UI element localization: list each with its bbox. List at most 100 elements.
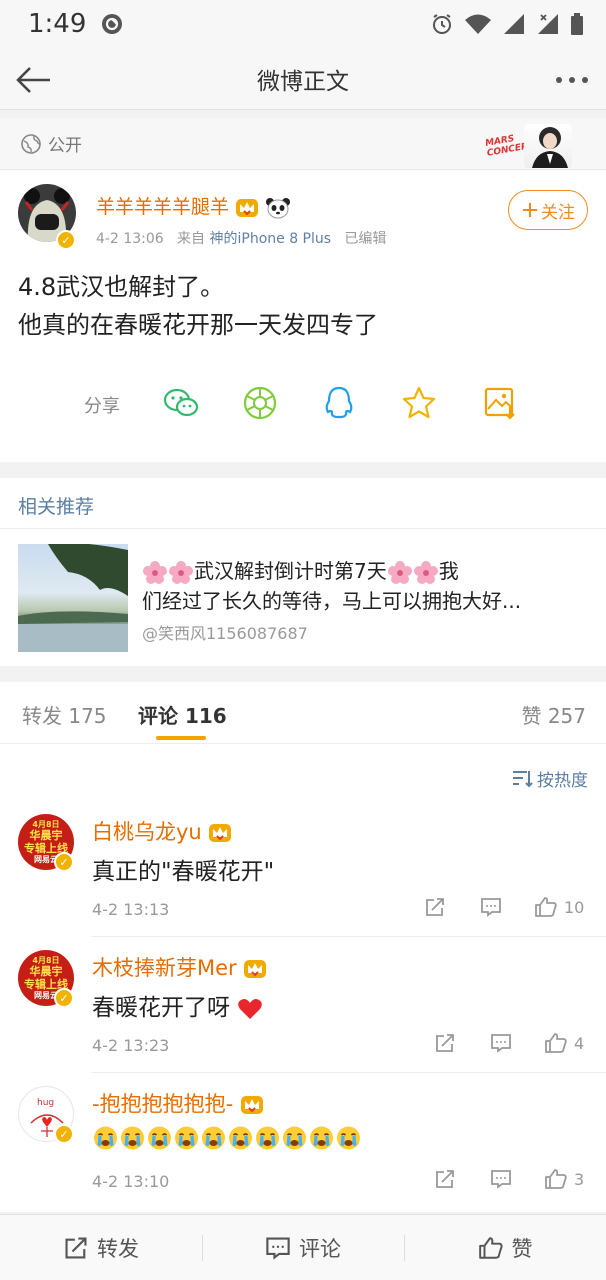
tab-repost[interactable]: 转发 175	[22, 700, 107, 729]
comment-icon	[491, 1034, 511, 1053]
moments-icon	[243, 386, 277, 420]
comment-text: 春暖花开了呀	[92, 995, 230, 1021]
repost-button[interactable]: 转发	[0, 1215, 202, 1280]
tab-bar: 转发 175 评论 116 赞 257	[0, 682, 606, 744]
comment-author[interactable]: 白桃乌龙yu	[92, 820, 202, 844]
back-arrow-icon	[16, 67, 50, 93]
avatar-text: 华晨宇	[29, 965, 63, 978]
repost-icon	[436, 1034, 454, 1052]
comment-text: 真正的"春暖花开"	[92, 859, 275, 885]
comment-reply-button[interactable]	[480, 896, 502, 918]
favorite-button[interactable]	[400, 384, 438, 422]
favorite-icon	[402, 386, 436, 419]
fan-badge-figure	[524, 124, 572, 168]
crying-emoji-icon	[148, 1126, 171, 1149]
comment-item: 4月8日 华晨宇 专辑上线 网易云 ✓ 木枝捧新芽Mer 春暖花开了呀 4-2 …	[0, 950, 606, 1070]
tab-like[interactable]: 赞 257	[521, 700, 586, 729]
more-icon	[556, 77, 588, 83]
author-name-row[interactable]: 羊羊羊羊羊腿羊	[96, 192, 291, 219]
comment-like-button[interactable]: 10	[534, 896, 584, 918]
wechat-icon	[163, 388, 199, 417]
avatar-text: 4月8日	[32, 956, 60, 965]
avatar-text: 华晨宇	[29, 829, 63, 842]
crown-icon	[244, 960, 267, 978]
alarm-icon	[430, 12, 454, 36]
like-label: 赞	[511, 1236, 533, 1261]
wechat-share-button[interactable]	[162, 384, 200, 422]
page-title: 微博正文	[257, 68, 349, 95]
comment-label: 评论	[299, 1236, 341, 1261]
post-source-link[interactable]: 神的iPhone 8 Plus	[209, 231, 331, 247]
crying-emoji-icon	[229, 1126, 252, 1149]
active-tab-indicator	[156, 736, 206, 740]
comment-reply-button[interactable]	[490, 1032, 512, 1054]
comments-section: 转发 175 评论 116 赞 257 按热度 4月8日 华晨宇 专辑上线 网易…	[0, 682, 606, 1212]
verified-badge-icon: ✓	[56, 230, 76, 250]
post-text-line: 4.8武汉也解封了。	[18, 273, 225, 301]
comment-time: 4-2 13:10	[92, 1172, 170, 1191]
comment-button[interactable]: 评论	[202, 1215, 404, 1280]
comment-like-button[interactable]: 4	[544, 1032, 584, 1054]
sort-label: 按热度	[537, 771, 588, 791]
comment-author-row[interactable]: -抱抱抱抱抱抱-	[92, 1088, 264, 1118]
comment-author[interactable]: 木枝捧新芽Mer	[92, 956, 237, 980]
repost-icon	[65, 1236, 87, 1259]
save-image-button[interactable]	[481, 384, 519, 422]
comment-text-row: 春暖花开了呀	[92, 988, 263, 1022]
comment-item: hug ✓ -抱抱抱抱抱抱- 4-2 13:10 3	[0, 1086, 606, 1206]
comment-reply-button[interactable]	[490, 1168, 512, 1190]
comment-icon	[266, 1236, 290, 1260]
post-time: 4-2 13:06	[96, 231, 164, 247]
author-name[interactable]: 羊羊羊羊羊腿羊	[96, 196, 229, 218]
related-title-line2: 们经过了长久的等待，马上可以拥抱大好...	[142, 589, 522, 613]
visibility-row: 公开 MARS CONCERT	[0, 118, 606, 170]
blossom-icon	[413, 560, 438, 584]
related-title-main: 武汉解封倒计时第7天	[194, 559, 387, 583]
crying-emoji-icon	[310, 1126, 333, 1149]
related-title-tail: 我	[438, 559, 459, 583]
verified-badge-icon: ✓	[54, 1124, 74, 1144]
related-source: @笑西风1156087687	[142, 624, 308, 643]
blossom-icon	[169, 560, 193, 584]
moments-share-button[interactable]	[241, 384, 279, 422]
post-meta: 4-2 13:06 来自 神的iPhone 8 Plus 已编辑	[96, 228, 386, 248]
share-label: 分享	[84, 396, 120, 417]
crying-emoji-icon	[121, 1126, 144, 1149]
qq-icon	[325, 386, 353, 419]
crying-emoji-icon	[256, 1126, 279, 1149]
like-button[interactable]: 赞	[404, 1215, 606, 1280]
related-title[interactable]: 武汉解封倒计时第7天 我 们经过了长久的等待，马上可以拥抱大好...	[142, 556, 592, 616]
like-icon	[535, 897, 557, 917]
comment-time: 4-2 13:23	[92, 1036, 170, 1055]
crown-icon	[209, 824, 232, 842]
avatar-text: hug	[37, 1098, 54, 1108]
comment-repost-button[interactable]	[434, 1032, 456, 1054]
tab-comment[interactable]: 评论 116	[138, 700, 227, 729]
status-bar: 1:49	[0, 0, 606, 48]
comment-author-row[interactable]: 木枝捧新芽Mer	[92, 952, 267, 982]
related-thumbnail[interactable]	[18, 544, 128, 652]
heart-emoji-icon	[238, 998, 263, 1019]
comment-repost-button[interactable]	[434, 1168, 456, 1190]
share-row: 分享	[0, 382, 606, 424]
more-button[interactable]	[552, 60, 592, 100]
like-icon	[545, 1169, 567, 1189]
comment-like-button[interactable]: 3	[544, 1168, 584, 1190]
verified-badge-icon: ✓	[54, 852, 74, 872]
follow-button[interactable]: 关注	[508, 190, 588, 230]
back-button[interactable]	[14, 60, 54, 100]
fan-badge[interactable]: MARS CONCERT	[485, 124, 584, 168]
comment-author-row[interactable]: 白桃乌龙yu	[92, 816, 232, 846]
edited-label: 已编辑	[344, 231, 387, 247]
notification-icon	[100, 12, 124, 36]
sort-icon	[513, 770, 533, 787]
verified-badge-icon: ✓	[54, 988, 74, 1008]
comment-author[interactable]: -抱抱抱抱抱抱-	[92, 1092, 233, 1116]
signal-icon	[502, 12, 526, 36]
save-image-icon	[484, 387, 515, 420]
qq-share-button[interactable]	[320, 384, 358, 422]
comment-repost-button[interactable]	[424, 896, 446, 918]
source-prefix: 来自	[177, 231, 206, 247]
sort-button[interactable]: 按热度	[511, 766, 588, 791]
divider	[92, 1072, 606, 1073]
